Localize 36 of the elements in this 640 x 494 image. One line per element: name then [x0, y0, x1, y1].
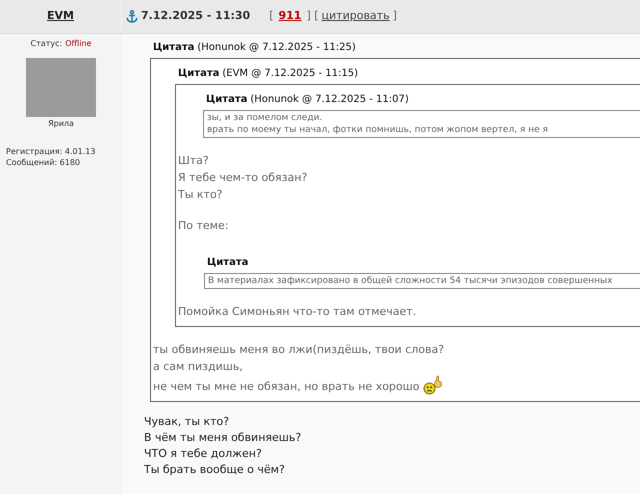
text-line: врать по моему ты начал, фотки помнишь, потом жопом вертел, я не я: [207, 125, 548, 135]
bracket: ]: [392, 8, 397, 24]
text-line: В материалах зафиксировано в общей сложности 54 тысячи эпизодов совершенных: [208, 276, 612, 286]
message-count: Сообщений: 6180: [6, 157, 81, 168]
text-line: а сам пиздишь,: [153, 360, 243, 373]
quote-source: (EVM @ 7.12.2025 - 11:15): [222, 68, 358, 79]
avatar-caption: Ярила: [48, 118, 74, 130]
quote-source: (Honunok @ 7.12.2025 - 11:07): [250, 94, 409, 105]
text-line: В чём ты меня обвиняешь?: [144, 431, 302, 444]
text-line: ты обвиняешь меня во лжи(пиздёшь, твои слова?: [153, 343, 444, 356]
text-line: Помойка Симоньян что-то там отмечает.: [178, 305, 416, 318]
text-line: По теме:: [178, 219, 228, 232]
text-line: Ты брать вообще о чём?: [144, 463, 285, 476]
avatar-photo-placeholder: [26, 58, 96, 117]
author-name-link[interactable]: EVM: [47, 8, 74, 25]
quote-label: Цитата: [207, 257, 248, 268]
text-line: не чем ты мне не обязан, но врать не хорошо: [153, 380, 420, 393]
anchor-icon: [126, 10, 138, 23]
quote-label: Цитата: [178, 68, 220, 79]
post-number-link[interactable]: 911: [278, 8, 302, 25]
text-line: Чувак, ты кто?: [144, 415, 230, 428]
quote-link[interactable]: цитировать: [322, 8, 390, 25]
text-line: Шта?: [178, 154, 209, 167]
quote-source: (Honunok @ 7.12.2025 - 11:25): [197, 42, 356, 53]
bracket: [: [269, 8, 274, 24]
text-line: Ты кто?: [178, 188, 223, 201]
registration-date: Регистрация: 4.01.13: [6, 146, 96, 157]
post-datetime: 7.12.2025 - 11:30: [141, 8, 250, 24]
text-line: зы, и за помелом следи.: [207, 113, 322, 123]
bracket: ] [: [306, 8, 319, 24]
quote-label: Цитата: [153, 42, 194, 53]
text-line: Я тебе чем-то обязан?: [178, 171, 308, 184]
status-label: Статус:: [30, 38, 62, 50]
quote-label: Цитата: [206, 94, 248, 105]
text-line: ЧТО я тебе должен?: [144, 447, 262, 460]
status-value: Offline: [65, 38, 92, 50]
